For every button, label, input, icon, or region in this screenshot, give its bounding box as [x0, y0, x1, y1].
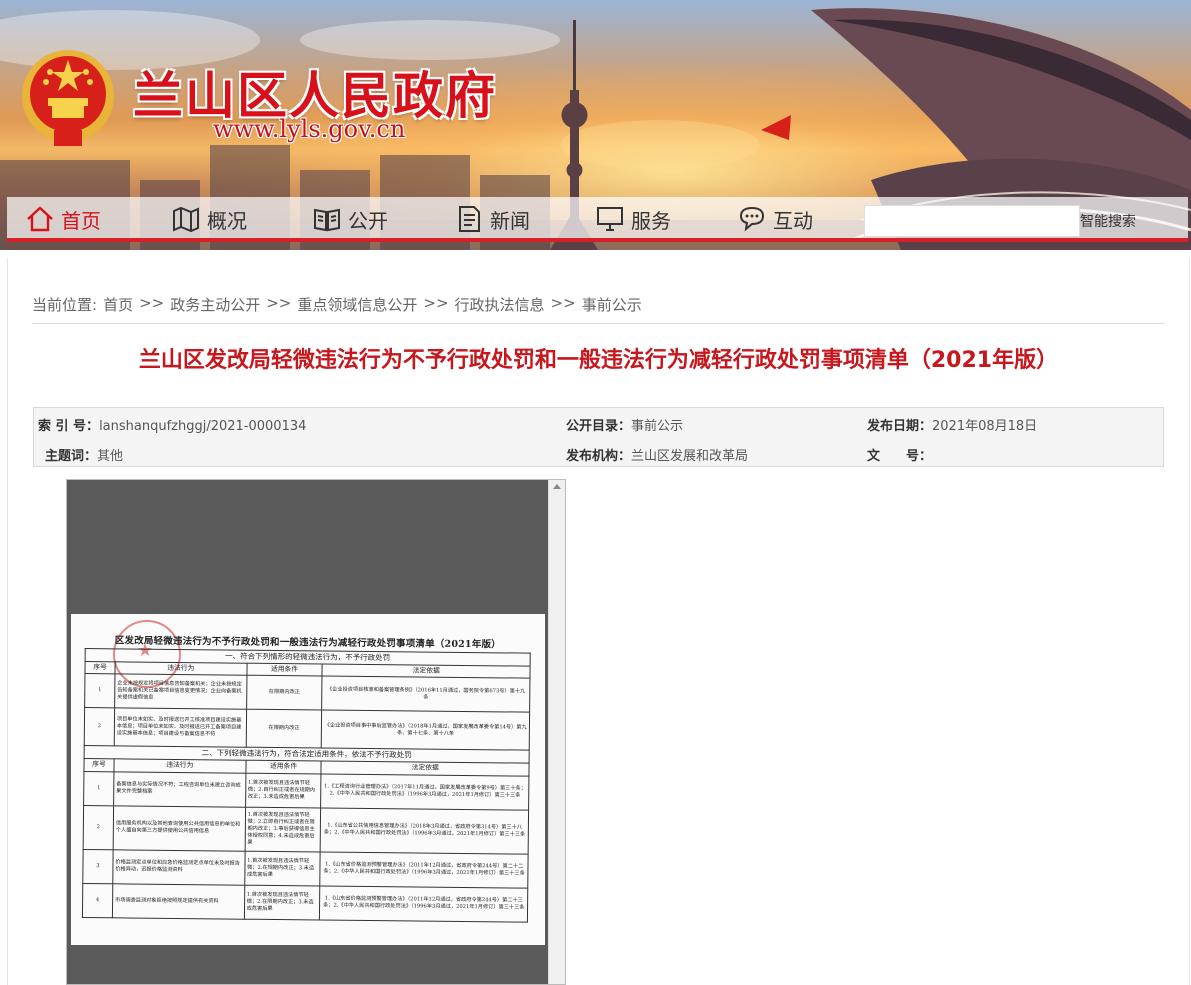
cell-no: 1 [84, 673, 115, 709]
viewer-scrollbar[interactable] [548, 480, 565, 984]
meta-value: 事前公示 [631, 419, 684, 434]
table-row: 2 信用服务机构以及其他查询使用公共信用信息的单位和个人擅自向第三方提供使用公共… [83, 805, 529, 854]
breadcrumb-link[interactable]: 重点领域信息公开 [297, 294, 417, 315]
cell-no: 2 [83, 805, 114, 850]
table-row: 1 备案信息与实际情况不符；工程咨询单位未建立咨询成果文件完整档案 1.首次被发… [83, 771, 529, 810]
meta-docno: 文 号： [867, 445, 932, 464]
cell-basis: 1.《山东省价格监测预警管理办法》（2011年12月通过，省政府令第244号）第… [319, 885, 528, 922]
meta-date: 发布日期：2021年08月18日 [867, 415, 1037, 434]
meta-org: 发布机构：兰山区发展和改革局 [566, 445, 748, 464]
book-icon [314, 208, 340, 232]
nav-item-news[interactable]: 新闻 [454, 203, 530, 235]
breadcrumb-link[interactable]: 事前公示 [582, 294, 642, 315]
document-icon [459, 206, 480, 232]
chat-icon [739, 206, 765, 232]
meta-topic: 主题词：其他 [45, 445, 123, 464]
cell-basis: 1.《工程咨询行业管理办法》（2017年11月通过，国家发展改革委令第9号）第三… [321, 773, 529, 810]
table-header: 适用条件 [245, 760, 322, 774]
article-title: 兰山区发改局轻微违法行为不予行政处罚和一般违法行为减轻行政处罚事项清单（2021… [138, 348, 1059, 373]
scroll-up-arrow-icon[interactable] [553, 484, 561, 489]
cell-cond: 1.首次被发现且违法情节轻微；2.自行纠正或者在规期内改正；3.未造成危害后果 [245, 772, 322, 808]
meta-label: 发布日期： [867, 419, 933, 434]
meta-value: 2021年08月18日 [932, 419, 1038, 434]
cell-basis: 《企业投资项目核准和备案管理条例》（2016年11月通过，国务院令第673号）第… [322, 676, 530, 713]
breadcrumb-separator: >> [423, 294, 449, 312]
meta-index: 索 引 号：lanshanqufzhggj/2021-0000134 [38, 415, 306, 434]
cell-basis: 《企业投资项目事中事后监管办法》（2018年1月通过，国家发展改革委令第14号）… [321, 710, 530, 751]
breadcrumb-link[interactable]: 政务主动公开 [170, 294, 260, 315]
cell-act: 信用服务机构以及其他查询使用公共信用信息的单位和个人擅自向第三方提供使用公共信用… [113, 805, 246, 851]
cell-no: 1 [83, 771, 114, 806]
document-table: 一、符合下列情形的轻微违法行为，不予行政处罚 序号 违法行为 适用条件 法定依据… [82, 648, 531, 922]
meta-catalog: 公开目录：事前公示 [566, 415, 683, 434]
cell-cond: 1.首次被发现且违法情节轻微；2.立即自行纠正或者在限期内改正；3.事后获得信息… [244, 806, 322, 852]
table-row: 3 价格监测定点单位和应急价格监测定点单位未及时报告价格异动，迟报价格监测资料 … [82, 849, 529, 888]
cell-basis: 1.《山东省价格监测预警管理办法》（2011年12月通过，省政府令第244号）第… [320, 851, 529, 888]
cell-cond: 1.首次被发现且违法情节轻微；2.在限期内改正；3.未造成危害后果 [244, 884, 321, 920]
meta-value: 兰山区发展和改革局 [631, 449, 749, 464]
table-row: 2 项目单位未如实、及时报送已开工核准项目建设实施基本信息；项目单位未如实、及时… [84, 707, 530, 751]
map-icon [173, 206, 199, 233]
cell-basis: 1.《山东省公共信用信息管理办法》（2018年3月通过，省政府令第314号）第三… [320, 807, 529, 854]
nav-label: 概况 [207, 208, 247, 233]
nav-item-service[interactable]: 服务 [595, 203, 671, 235]
nav-label: 首页 [61, 208, 101, 233]
breadcrumb-separator: >> [266, 294, 292, 312]
monitor-icon [597, 207, 623, 231]
site-banner: 兰山区人民政府 www.lyls.gov.cn 首页 概况 公开 新闻 服务 互… [0, 0, 1191, 250]
cell-act: 项目单位未如实、及时报送已开工核准项目建设实施基本信息；项目单位未如实、及时报送… [114, 708, 247, 748]
document-viewer[interactable]: 区发改局轻微违法行为不予行政处罚和一般违法行为减轻行政处罚事项清单（2021年版… [66, 479, 566, 985]
breadcrumb: 当前位置: 首页 >> 政务主动公开 >> 重点领域信息公开 >> 行政执法信息… [32, 294, 1164, 324]
table-row: 1 企业未按规定将项目信息告知备案机关；企业未按规定告知备案机关已备案项目信息变… [84, 673, 530, 713]
article-meta: 索 引 号：lanshanqufzhggj/2021-0000134 公开目录：… [33, 407, 1164, 467]
nav-label: 新闻 [490, 208, 530, 233]
banner-cloud [300, 20, 560, 60]
cell-cond: 1.首次被发现且违法情节轻微；2.在规期内改正；3.未造成危害后果 [244, 850, 321, 886]
cell-act: 价格监测定点单位和应急价格监测定点单位未及时报告价格异动，迟报价格监测资料 [112, 849, 245, 885]
nav-label: 服务 [631, 208, 671, 233]
nav-item-interaction[interactable]: 互动 [737, 203, 813, 235]
breadcrumb-separator: >> [550, 294, 576, 312]
meta-label: 主题词： [45, 449, 98, 464]
cell-cond: 在限期内改正 [246, 675, 323, 711]
meta-label: 公开目录： [566, 419, 632, 434]
breadcrumb-separator: >> [139, 294, 165, 312]
nav-item-home[interactable]: 首页 [25, 203, 101, 235]
breadcrumb-link[interactable]: 首页 [103, 294, 133, 315]
cell-cond: 在限期内改正 [245, 709, 323, 749]
home-icon [27, 206, 53, 232]
nav-label: 公开 [348, 208, 388, 233]
meta-value: lanshanqufzhggj/2021-0000134 [99, 419, 307, 434]
table-header: 适用条件 [246, 663, 323, 677]
table-header: 序号 [84, 661, 116, 675]
cell-no: 2 [84, 707, 115, 747]
nav-label: 互动 [773, 208, 813, 233]
cell-no: 3 [82, 849, 114, 884]
search-input[interactable] [864, 205, 1080, 237]
nav-item-overview[interactable]: 概况 [171, 203, 247, 235]
breadcrumb-link[interactable]: 行政执法信息 [455, 294, 545, 315]
content-panel: 当前位置: 首页 >> 政务主动公开 >> 重点领域信息公开 >> 行政执法信息… [7, 258, 1190, 985]
main-nav: 首页 概况 公开 新闻 服务 互动 智能搜索 [7, 197, 1188, 242]
table-row: 4 市场调查监测对象拒绝按照规定提供有关资料 1.首次被发现且违法情节轻微；2.… [82, 883, 528, 922]
national-emblem [22, 50, 114, 146]
nav-item-public[interactable]: 公开 [312, 203, 388, 235]
site-url: www.lyls.gov.cn [213, 115, 406, 143]
document-page: 区发改局轻微违法行为不予行政处罚和一般违法行为减轻行政处罚事项清单（2021年版… [71, 614, 545, 945]
cell-act: 备案信息与实际情况不符；工程咨询单位未建立咨询成果文件完整档案 [113, 771, 246, 807]
cell-no: 4 [82, 883, 113, 918]
cell-act: 市场调查监测对象拒绝按照规定提供有关资料 [112, 883, 245, 919]
cell-act: 企业未按规定将项目信息告知备案机关；企业未按规定告知备案机关已备案项目信息变更情… [114, 674, 247, 710]
meta-value: 其他 [97, 449, 124, 464]
document-content: 区发改局轻微违法行为不予行政处罚和一般违法行为减轻行政处罚事项清单（2021年版… [82, 624, 531, 922]
meta-label: 索 引 号： [38, 419, 100, 434]
meta-label: 文 号： [867, 449, 933, 464]
smart-search-button[interactable]: 智能搜索 [1080, 205, 1146, 237]
breadcrumb-prefix: 当前位置: [32, 296, 98, 314]
meta-label: 发布机构： [566, 449, 632, 464]
table-header: 序号 [83, 758, 115, 772]
